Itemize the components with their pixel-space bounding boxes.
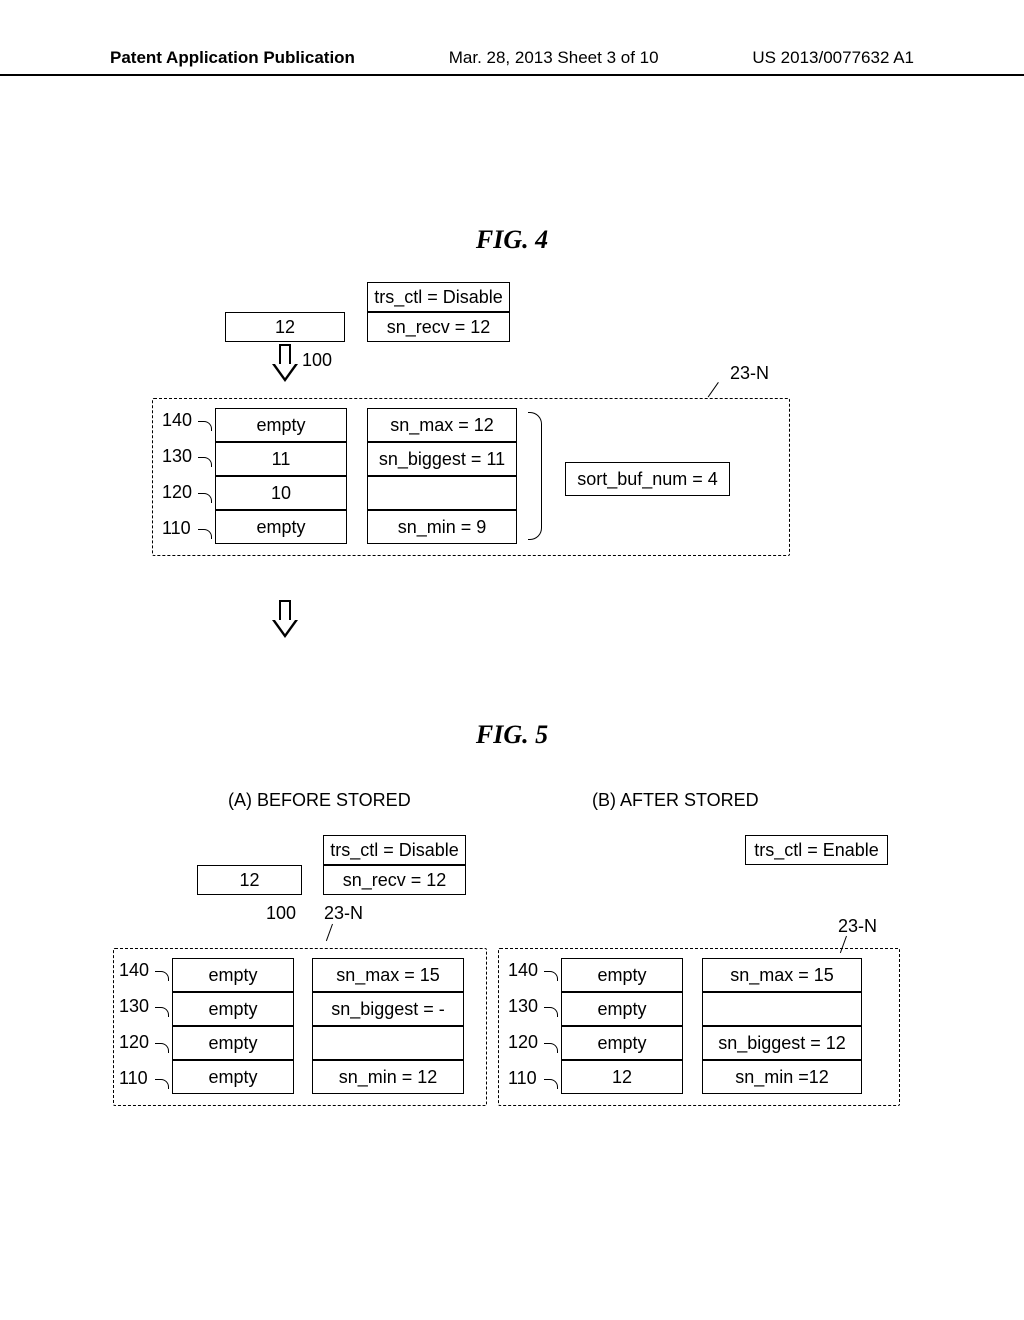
fig5A-lead-110: 110 [119,1068,148,1089]
fig5A-input: 12 [197,865,302,895]
fig5B-lead-110: 110 [508,1068,537,1089]
fig5A-ref-100: 100 [266,903,296,924]
fig4-sn-blank [367,476,517,510]
fig5B-lead-140: 140 [508,960,538,981]
page-header: Patent Application Publication Mar. 28, … [0,48,1024,76]
arrow-down-icon [274,600,296,640]
arrow-down-icon [274,344,296,384]
fig4-input: 12 [225,312,345,342]
fig4-title: FIG. 4 [0,225,1024,255]
fig4-trs-ctl: trs_ctl = Disable [367,282,510,312]
fig5A-buf-110: empty [172,1060,294,1094]
fig5A-lead-130: 130 [119,996,149,1017]
fig5B-sn-max: sn_max = 15 [702,958,862,992]
fig5B-ref-23n: 23-N [838,916,877,937]
fig5A-sn-blank [312,1026,464,1060]
fig5A-sn-max: sn_max = 15 [312,958,464,992]
fig4-sn-biggest: sn_biggest = 11 [367,442,517,476]
fig5B-sn-blank [702,992,862,1026]
fig4-sn-max: sn_max = 12 [367,408,517,442]
fig5B-lead-130: 130 [508,996,538,1017]
fig4-ref-100: 100 [302,350,332,371]
fig4-lead-140: 140 [162,410,192,431]
fig5A-sn-biggest: sn_biggest = - [312,992,464,1026]
fig5-title: FIG. 5 [0,720,1024,750]
fig5-colA-title: (A) BEFORE STORED [228,790,411,811]
fig4-lead-120: 120 [162,482,192,503]
fig5B-lead-120: 120 [508,1032,538,1053]
fig4-lead-130: 130 [162,446,192,467]
header-center: Mar. 28, 2013 Sheet 3 of 10 [449,48,659,68]
fig5A-trs-ctl: trs_ctl = Disable [323,835,466,865]
fig5B-buf-140: empty [561,958,683,992]
header-right: US 2013/0077632 A1 [752,48,914,68]
fig5-colB-title: (B) AFTER STORED [592,790,759,811]
page: Patent Application Publication Mar. 28, … [0,0,1024,1320]
fig5B-sn-min: sn_min =12 [702,1060,862,1094]
fig5A-lead-120: 120 [119,1032,149,1053]
fig4-ref-23n: 23-N [730,363,769,384]
fig5A-ref-23n: 23-N [324,903,363,924]
fig5A-sn-min: sn_min = 12 [312,1060,464,1094]
fig5B-sn-biggest: sn_biggest = 12 [702,1026,862,1060]
fig5A-buf-140: empty [172,958,294,992]
fig5A-ref-23n-leader [326,924,333,941]
fig5: FIG. 5 [0,720,1024,750]
fig4-buf-120: 10 [215,476,347,510]
fig4-sort-buf-num: sort_buf_num = 4 [565,462,730,496]
fig5A-lead-140: 140 [119,960,149,981]
fig4-lead-110: 110 [162,518,191,539]
fig5B-buf-120: empty [561,1026,683,1060]
fig4-buf-140: empty [215,408,347,442]
fig5A-buf-130: empty [172,992,294,1026]
fig5A-buf-120: empty [172,1026,294,1060]
fig5B-buf-130: empty [561,992,683,1026]
fig5A-sn-recv: sn_recv = 12 [323,865,466,895]
fig4-sn-recv: sn_recv = 12 [367,312,510,342]
fig4-buf-110: empty [215,510,347,544]
fig4-buf-130: 11 [215,442,347,476]
fig5B-buf-110: 12 [561,1060,683,1094]
fig4: FIG. 4 [0,225,1024,255]
bracket-icon [528,412,542,540]
header-left: Patent Application Publication [110,48,355,68]
fig5B-trs-ctl: trs_ctl = Enable [745,835,888,865]
fig4-sn-min: sn_min = 9 [367,510,517,544]
